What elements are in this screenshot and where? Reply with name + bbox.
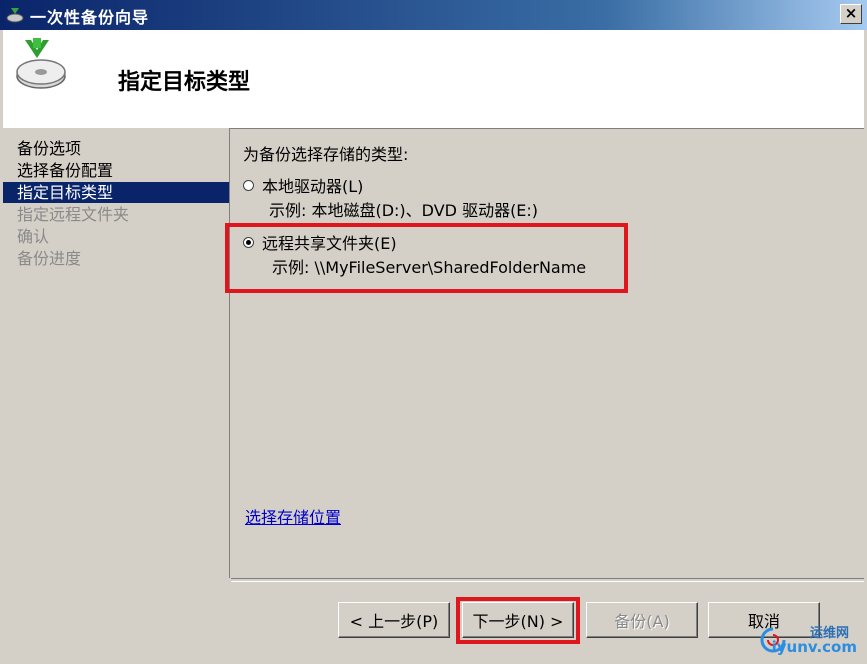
local-drive-label: 本地驱动器(L) (262, 177, 364, 196)
nav-step-select-config: 选择备份配置 (17, 161, 114, 180)
wizard-steps-nav: 备份选项 选择备份配置 指定目标类型 指定远程文件夹 确认 备份进度 (3, 128, 230, 578)
page-title: 指定目标类型 (118, 70, 251, 95)
local-drive-option[interactable]: 本地驱动器(L) (243, 173, 363, 197)
wizard-header: 指定目标类型 (3, 30, 864, 129)
remote-share-option[interactable]: 远程共享文件夹(E) (243, 230, 397, 254)
wizard-content: 为备份选择存储的类型: 本地驱动器(L) 示例: 本地磁盘(D:)、DVD 驱动… (225, 128, 864, 578)
footer-separator (231, 578, 864, 582)
local-drive-radio[interactable] (243, 179, 254, 191)
nav-step-destination-type: 指定目标类型 (3, 182, 229, 203)
site-watermark: 运维网 iyunv.com (755, 620, 863, 660)
backup-button[interactable]: 备份(A) (586, 602, 698, 638)
remote-share-radio[interactable] (243, 236, 254, 248)
storage-type-prompt: 为备份选择存储的类型: (243, 145, 409, 164)
backup-app-icon (6, 8, 24, 23)
watermark-text-domain: iyunv.com (771, 638, 857, 656)
close-button[interactable]: × (840, 4, 862, 24)
nav-step-backup-options: 备份选项 (17, 139, 82, 158)
backup-drive-icon (16, 38, 66, 89)
prev-button[interactable]: < 上一步(P) (338, 602, 450, 638)
window-title: 一次性备份向导 (30, 8, 150, 27)
nav-step-progress: 备份进度 (17, 249, 82, 268)
remote-share-example: 示例: \\MyFileServer\SharedFolderName (272, 258, 587, 277)
nav-step-confirm: 确认 (17, 227, 50, 246)
next-button[interactable]: 下一步(N) > (462, 602, 574, 638)
local-drive-example: 示例: 本地磁盘(D:)、DVD 驱动器(E:) (269, 201, 539, 220)
title-bar: 一次性备份向导 × (0, 0, 867, 30)
choose-storage-location-link[interactable]: 选择存储位置 (245, 504, 341, 528)
remote-share-label: 远程共享文件夹(E) (262, 234, 397, 253)
nav-step-remote-folder: 指定远程文件夹 (17, 205, 130, 224)
